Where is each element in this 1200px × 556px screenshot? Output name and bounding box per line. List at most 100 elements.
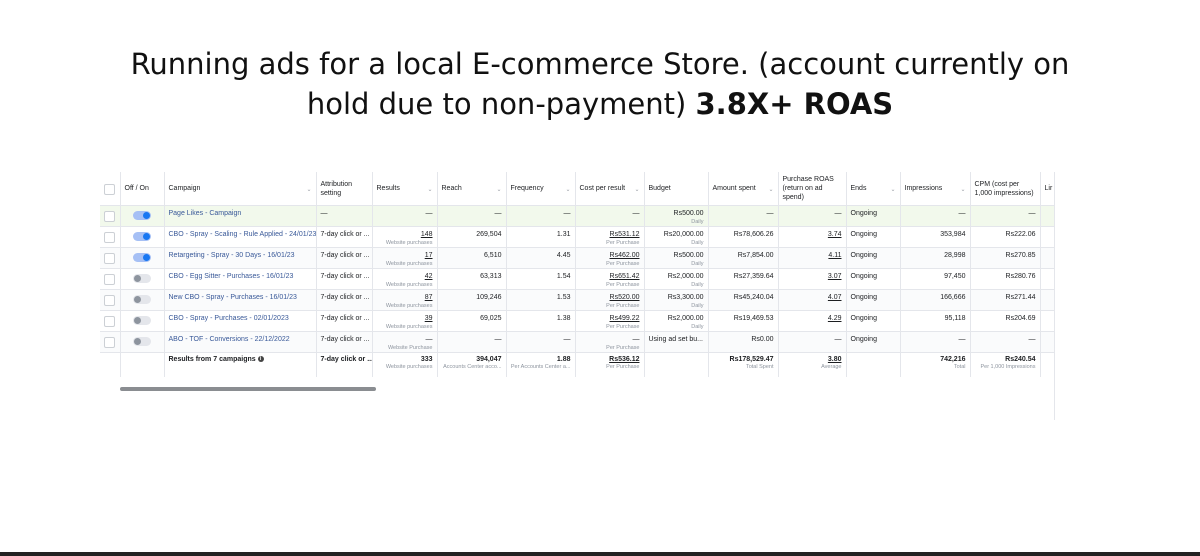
- sort-caret-icon[interactable]: ⌄: [496, 186, 501, 195]
- row-checkbox[interactable]: [104, 253, 116, 264]
- row-checkbox-cell[interactable]: [100, 289, 121, 311]
- header-cost-per-result[interactable]: Cost per result ⌄: [575, 172, 645, 206]
- row-checkbox-cell[interactable]: [100, 310, 121, 332]
- frequency-cell: 4.45: [506, 247, 576, 269]
- row-checkbox[interactable]: [104, 316, 116, 327]
- cost-value[interactable]: Rs531.12: [610, 231, 640, 238]
- campaign-toggle[interactable]: [133, 316, 151, 325]
- row-checkbox-cell[interactable]: [100, 268, 121, 290]
- table-row[interactable]: ABO - TOF - Conversions - 22/12/2022 7-da…: [100, 331, 1055, 353]
- campaign-toggle[interactable]: [133, 211, 151, 220]
- select-all-checkbox[interactable]: [104, 184, 116, 195]
- info-icon[interactable]: i: [257, 356, 264, 363]
- results-value[interactable]: —: [426, 336, 433, 343]
- sort-caret-icon[interactable]: ⌄: [960, 186, 965, 195]
- header-reach[interactable]: Reach ⌄: [437, 172, 507, 206]
- campaign-toggle[interactable]: [133, 253, 151, 262]
- row-checkbox[interactable]: [104, 232, 116, 243]
- header-attribution[interactable]: Attribution setting: [316, 172, 373, 206]
- row-checkbox[interactable]: [104, 211, 116, 222]
- cost-value[interactable]: Rs462.00: [610, 252, 640, 259]
- totals-impressions-sub: Total: [953, 364, 966, 370]
- campaign-toggle[interactable]: [133, 232, 151, 241]
- row-toggle-cell[interactable]: [120, 310, 165, 332]
- table-row[interactable]: Page Likes - Campaign — — — — — Rs500.00 Daily —…: [100, 205, 1055, 227]
- table-row[interactable]: Retargeting - Spray - 30 Days - 16/01/23…: [100, 247, 1055, 269]
- table-row[interactable]: CBO - Egg Sitter - Purchases - 16/01/23 7…: [100, 268, 1055, 290]
- roas-value[interactable]: 3.74: [828, 231, 842, 238]
- row-toggle-cell[interactable]: [120, 289, 165, 311]
- results-sub: Website purchases: [385, 324, 433, 330]
- roas-value[interactable]: 3.07: [828, 273, 842, 280]
- campaign-toggle[interactable]: [133, 274, 151, 283]
- roas-value[interactable]: —: [835, 336, 842, 343]
- row-checkbox[interactable]: [104, 337, 116, 348]
- select-all-header[interactable]: [100, 172, 121, 206]
- sort-caret-icon[interactable]: ⌄: [890, 186, 895, 195]
- cost-value[interactable]: Rs520.00: [610, 294, 640, 301]
- campaign-name-link[interactable]: ABO - TOF - Conversions - 22/12/2022: [169, 336, 290, 343]
- cost-value[interactable]: —: [633, 210, 640, 217]
- results-value[interactable]: 17: [425, 252, 433, 259]
- sort-caret-icon[interactable]: ⌄: [427, 186, 432, 195]
- results-value[interactable]: 42: [425, 273, 433, 280]
- row-toggle-cell[interactable]: [120, 226, 165, 248]
- header-purchase-roas[interactable]: Purchase ROAS (return on ad spend): [778, 172, 847, 206]
- header-cpm[interactable]: CPM (cost per 1,000 impressions): [970, 172, 1041, 206]
- roas-value[interactable]: 4.07: [828, 294, 842, 301]
- cost-cell: — Per Purchase: [575, 331, 645, 353]
- row-checkbox-cell[interactable]: [100, 331, 121, 353]
- row-toggle-cell[interactable]: [120, 268, 165, 290]
- frequency-value: 1.31: [556, 231, 571, 238]
- results-value[interactable]: —: [426, 210, 433, 217]
- table-row[interactable]: CBO - Spray - Scaling - Rule Applied - 2…: [100, 226, 1055, 248]
- sort-caret-icon[interactable]: ⌄: [306, 186, 311, 195]
- row-toggle-cell[interactable]: [120, 247, 165, 269]
- row-checkbox[interactable]: [104, 274, 116, 285]
- results-value[interactable]: 148: [421, 231, 433, 238]
- roas-value[interactable]: 4.11: [828, 252, 841, 259]
- campaign-name-link[interactable]: Page Likes - Campaign: [169, 210, 242, 217]
- header-frequency[interactable]: Frequency ⌄: [506, 172, 576, 206]
- sort-caret-icon[interactable]: ⌄: [768, 186, 773, 195]
- horizontal-scrollbar[interactable]: [120, 387, 376, 391]
- cost-value[interactable]: Rs651.42: [610, 273, 640, 280]
- row-toggle-cell[interactable]: [120, 331, 165, 353]
- cost-value[interactable]: Rs499.22: [610, 315, 640, 322]
- campaign-name-link[interactable]: CBO - Spray - Purchases - 02/01/2023: [169, 315, 289, 322]
- cost-value[interactable]: —: [633, 336, 640, 343]
- table-row[interactable]: New CBO - Spray - Purchases - 16/01/23 7-…: [100, 289, 1055, 311]
- results-value[interactable]: 87: [425, 294, 433, 301]
- sort-caret-icon[interactable]: ⌄: [565, 186, 570, 195]
- campaign-toggle[interactable]: [133, 295, 151, 304]
- table-row[interactable]: CBO - Spray - Purchases - 02/01/2023 7-da…: [100, 310, 1055, 332]
- campaign-toggle[interactable]: [133, 337, 151, 346]
- amount-cell: Rs78,606.26: [708, 226, 779, 248]
- row-checkbox-cell[interactable]: [100, 205, 121, 227]
- header-campaign[interactable]: Campaign ⌄: [164, 172, 317, 206]
- toggle-knob: [143, 212, 150, 219]
- campaign-name-link[interactable]: Retargeting - Spray - 30 Days - 16/01/23: [169, 252, 295, 259]
- header-impressions[interactable]: Impressions ⌄: [900, 172, 971, 206]
- header-results[interactable]: Results ⌄: [372, 172, 438, 206]
- roas-value[interactable]: —: [835, 210, 842, 217]
- roas-value[interactable]: 4.29: [828, 315, 842, 322]
- header-budget[interactable]: Budget: [644, 172, 709, 206]
- campaign-name-link[interactable]: CBO - Egg Sitter - Purchases - 16/01/23: [169, 273, 294, 280]
- totals-roas-value[interactable]: 3.80: [828, 356, 842, 363]
- cost-sub: Per Purchase: [606, 261, 640, 267]
- results-value[interactable]: 39: [425, 315, 433, 322]
- row-checkbox-cell[interactable]: [100, 226, 121, 248]
- amount-cell: Rs45,240.04: [708, 289, 779, 311]
- header-off-on[interactable]: Off / On: [120, 172, 165, 206]
- row-toggle-cell[interactable]: [120, 205, 165, 227]
- campaign-name-link[interactable]: CBO - Spray - Scaling - Rule Applied - 2…: [169, 231, 316, 238]
- row-checkbox-cell[interactable]: [100, 247, 121, 269]
- header-truncated[interactable]: Lir: [1040, 172, 1055, 206]
- sort-caret-icon[interactable]: ⌄: [634, 186, 639, 195]
- campaign-name-link[interactable]: New CBO - Spray - Purchases - 16/01/23: [169, 294, 297, 301]
- totals-cost-value[interactable]: Rs536.12: [609, 356, 639, 363]
- header-ends[interactable]: Ends ⌄: [846, 172, 901, 206]
- row-checkbox[interactable]: [104, 295, 116, 306]
- header-amount-spent[interactable]: Amount spent ⌄: [708, 172, 779, 206]
